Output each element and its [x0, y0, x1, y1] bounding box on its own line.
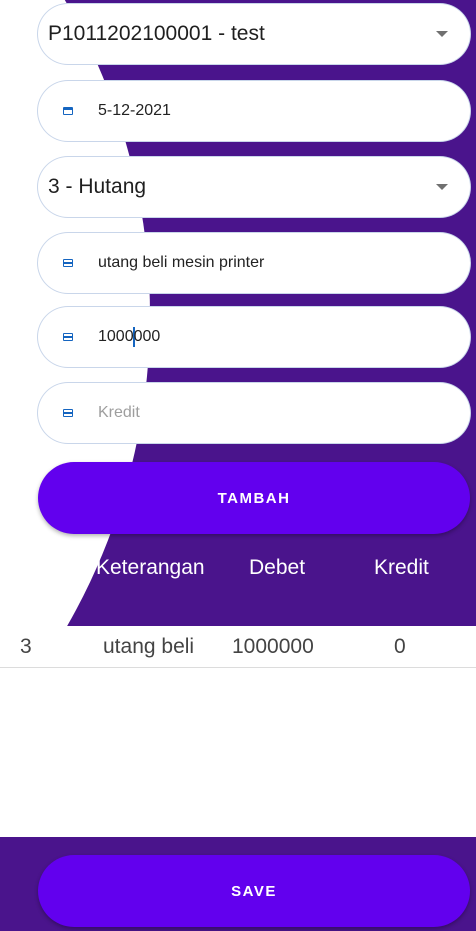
column-header-coa: COA	[4, 556, 50, 579]
dropdown-arrow-icon	[436, 31, 448, 37]
kredit-placeholder: Kredit	[98, 404, 140, 421]
cell-debet: 1000000	[232, 635, 314, 658]
column-header-debet: Debet	[249, 556, 306, 579]
card-icon	[63, 259, 73, 267]
column-header-kredit: Kredit	[374, 556, 429, 579]
keterangan-field[interactable]: utang beli mesin printer	[38, 233, 470, 293]
cell-coa: 3	[20, 635, 32, 658]
project-select[interactable]: P1011202100001 - test	[38, 4, 470, 64]
debet-value: 1000000	[98, 327, 160, 347]
keterangan-value: utang beli mesin printer	[98, 254, 265, 271]
column-header-keterangan: Keterangan	[96, 556, 205, 579]
coa-select[interactable]: 3 - Hutang	[38, 157, 470, 217]
date-field[interactable]: 5-12-2021	[38, 81, 470, 141]
dropdown-arrow-icon	[436, 184, 448, 190]
coa-select-value: 3 - Hutang	[48, 175, 147, 198]
kredit-field[interactable]: Kredit	[38, 383, 470, 443]
tambah-button[interactable]: TAMBAH	[38, 462, 470, 534]
project-select-value: P1011202100001 - test	[48, 22, 265, 45]
debet-field[interactable]: 1000000	[38, 307, 470, 367]
save-button[interactable]: SAVE	[38, 855, 470, 927]
card-icon	[63, 409, 73, 417]
calendar-icon	[63, 107, 73, 115]
cell-kredit: 0	[394, 635, 406, 658]
row-divider	[0, 667, 476, 668]
cell-keterangan: utang beli	[103, 635, 195, 658]
card-icon	[63, 333, 73, 341]
debet-value-part1: 1000	[98, 328, 134, 346]
debet-value-part2: 000	[133, 328, 161, 346]
date-value: 5-12-2021	[98, 102, 171, 119]
